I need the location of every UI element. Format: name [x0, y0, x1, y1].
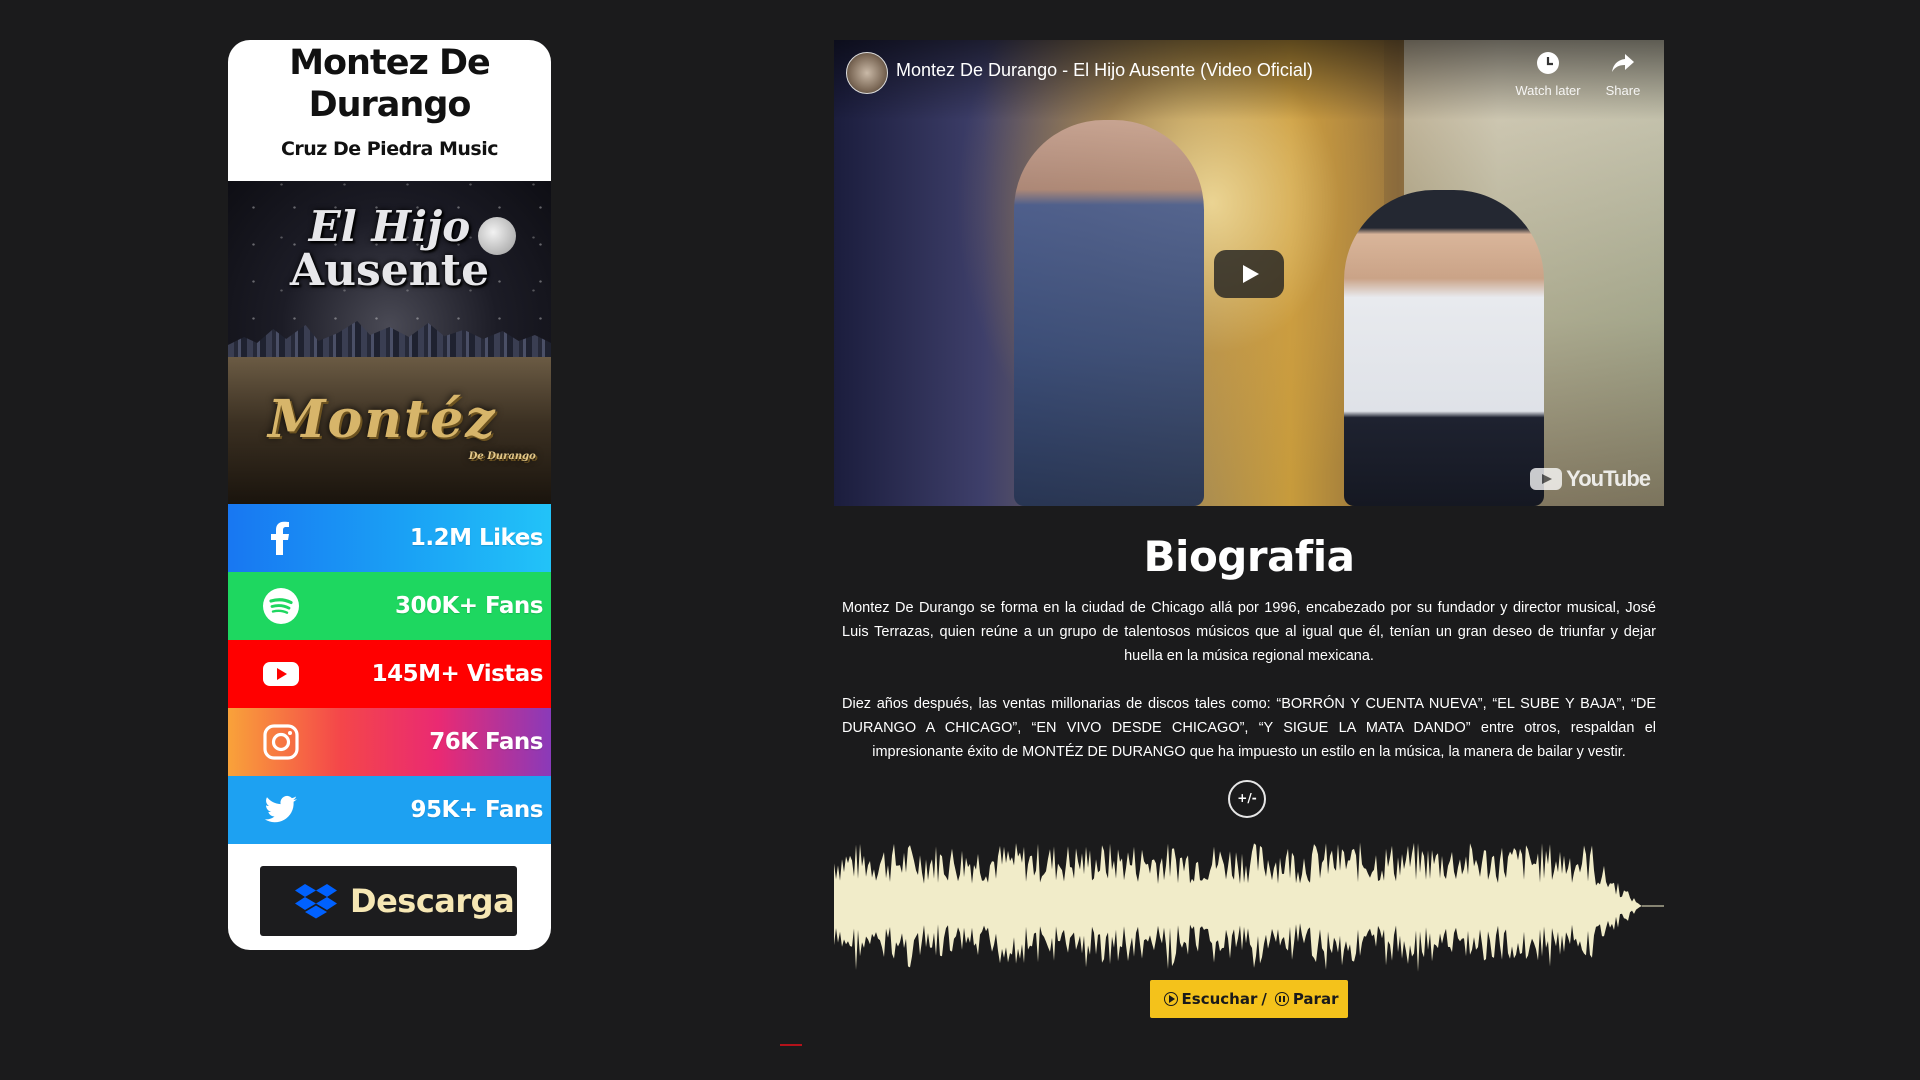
- expand-toggle-button[interactable]: +/-: [1228, 780, 1266, 818]
- download-section: Descarga: [228, 844, 551, 950]
- channel-avatar[interactable]: [846, 52, 888, 94]
- youtube-logo-icon: [1530, 468, 1563, 490]
- listen-separator: /: [1261, 990, 1267, 1008]
- cover-title-line2: Ausente: [289, 245, 490, 296]
- facebook-icon: [271, 521, 289, 555]
- share-label: Share: [1605, 83, 1641, 98]
- facebook-link[interactable]: 1.2M Likes: [228, 504, 551, 572]
- watch-later-button[interactable]: Watch later: [1511, 50, 1585, 99]
- youtube-logo-text: YouTube: [1566, 466, 1651, 491]
- youtube-video-embed[interactable]: Montez De Durango - El Hijo Ausente (Vid…: [834, 40, 1664, 506]
- cover-brand-sub: De Durango: [468, 451, 536, 462]
- twitter-icon: [264, 795, 297, 823]
- download-button[interactable]: Descarga: [260, 866, 517, 936]
- instagram-count: 76K Fans: [429, 729, 543, 755]
- youtube-link[interactable]: 145M+ Vistas: [228, 640, 551, 708]
- cover-title-line1: El Hijo: [308, 202, 471, 251]
- pause-circle-icon: [1274, 992, 1289, 1006]
- artist-card: Montez De Durango Cruz De Piedra Music E…: [228, 40, 551, 950]
- play-circle-icon: [1163, 992, 1178, 1006]
- facebook-count: 1.2M Likes: [409, 525, 544, 551]
- album-cover: El Hijo Ausente MontézDe Durango: [228, 181, 551, 504]
- watch-later-label: Watch later: [1515, 83, 1581, 98]
- video-scene-person-left: [1014, 120, 1204, 506]
- record-label: Cruz De Piedra Music: [280, 138, 499, 160]
- clock-icon: [1537, 52, 1559, 74]
- spotify-icon: [263, 588, 299, 624]
- artist-name: Montez De Durango: [289, 43, 491, 125]
- dropbox-icon: [295, 884, 337, 919]
- video-title[interactable]: Montez De Durango - El Hijo Ausente (Vid…: [896, 60, 1313, 81]
- cover-title: El Hijo Ausente: [228, 205, 551, 293]
- cover-brand-text: Montéz: [268, 389, 497, 450]
- audio-waveform[interactable]: [834, 840, 1664, 972]
- listen-stop-button[interactable]: Escuchar / Parar: [1150, 980, 1348, 1018]
- card-header: Montez De Durango Cruz De Piedra Music: [228, 40, 551, 181]
- waveform-shape: [834, 842, 1642, 972]
- instagram-icon: [263, 724, 299, 760]
- youtube-count: 145M+ Vistas: [371, 661, 544, 687]
- biography-paragraph-2: Diez años después, las ventas millonaria…: [842, 696, 1656, 760]
- twitter-count: 95K+ Fans: [410, 797, 543, 823]
- spotify-link[interactable]: 300K+ Fans: [228, 572, 551, 640]
- youtube-logo[interactable]: YouTube: [1530, 466, 1651, 492]
- cover-brand-logo: MontézDe Durango: [268, 389, 536, 462]
- video-play-button[interactable]: [1214, 250, 1284, 298]
- share-button[interactable]: Share: [1586, 50, 1660, 99]
- listen-label: Escuchar: [1181, 990, 1258, 1008]
- spotify-count: 300K+ Fans: [394, 593, 544, 619]
- youtube-icon: [263, 662, 299, 686]
- video-scene-person-right: [1344, 190, 1544, 506]
- stop-label: Parar: [1292, 990, 1339, 1008]
- red-accent-mark: [780, 1044, 802, 1046]
- biography-heading: Biografia: [1143, 532, 1355, 581]
- twitter-link[interactable]: 95K+ Fans: [228, 776, 551, 844]
- share-icon: [1612, 54, 1634, 72]
- biography-paragraph-1: Montez De Durango se forma en la ciudad …: [842, 600, 1656, 664]
- biography-text: Montez De Durango se forma en la ciudad …: [842, 596, 1656, 788]
- play-icon: [1243, 265, 1259, 283]
- download-label: Descarga: [350, 882, 515, 920]
- instagram-link[interactable]: 76K Fans: [228, 708, 551, 776]
